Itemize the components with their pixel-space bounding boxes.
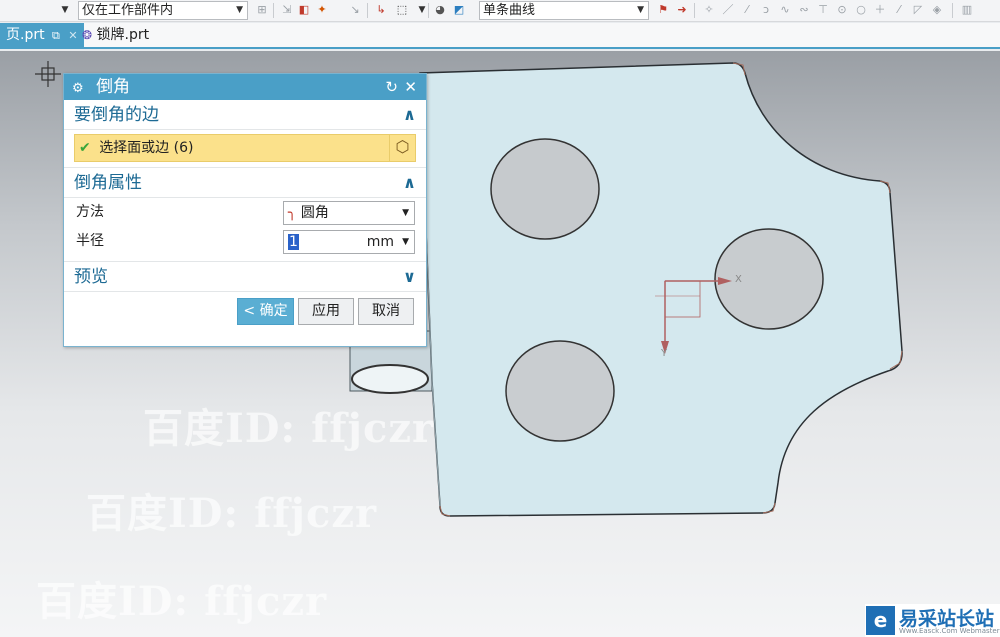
select-feature-icon[interactable]: ⇲ [280,3,294,17]
plate-face [419,62,903,517]
snap-line-icon[interactable]: ／ [721,3,735,17]
snap-point-icon[interactable]: ⊞ [255,3,269,17]
select-body-icon[interactable]: ◧ [297,3,311,17]
chevron-down-icon[interactable]: ▼ [402,231,409,253]
snap-quadrant-icon[interactable]: ⊙ [835,3,849,17]
tab-label: 锁牌.prt [96,27,150,43]
dropdown-arrow-icon[interactable]: ▼ [415,3,429,17]
dialog-button-row: < 确定 > 应用 取消 [64,292,426,344]
select-face-icon[interactable]: ↳ [374,3,388,17]
chevron-down-icon: ▼ [637,5,644,15]
dialog-title: 倒角 [96,77,131,97]
hinge-cylinder [351,364,429,394]
chevron-down-icon: ▼ [236,5,243,15]
chevron-up-icon[interactable]: ∧ [403,100,416,130]
cancel-button[interactable]: 取消 [358,298,414,325]
toolbar-dropdown-arrow-icon[interactable]: ▼ [58,3,72,17]
site-logo: e 易采站长站 Www.Easck.Com Webmaster [865,604,1000,637]
section-edges-title: 要倒角的边 [74,105,159,125]
radius-label: 半径 [76,233,104,249]
snap-intersection-icon[interactable]: ＋ [873,3,887,17]
top-toolbar: ▼ 仅在工作部件内 ▼ ⊞ ⇲ ◧ ✦ ↘ ↳ ⬚ ▼ ◕ ◩ 单条曲线 ▼ ⚑… [0,0,1000,22]
curve-rule-value: 单条曲线 [483,3,536,18]
hole-1 [490,138,600,240]
tab-label: 页.prt [6,27,45,43]
chamfer-dialog: ⚙ 倒角 ↻ ✕ 要倒角的边 ∧ ✔ 选择面或边 (6) ⬡ 倒角属性 ∧ 方法… [63,73,427,347]
selection-filter-value: 仅在工作部件内 [82,3,174,18]
select-face-or-edge-label: 选择面或边 (6) [99,140,194,156]
chevron-down-icon[interactable]: ∨ [403,262,416,292]
method-select[interactable]: ╮ 圆角 ▼ [283,201,415,225]
fillet-shape-icon: ╮ [288,205,297,221]
section-properties-title: 倒角属性 [74,173,142,193]
radius-unit[interactable]: mm [367,231,394,253]
snap-curve-icon[interactable]: ∾ [797,3,811,17]
chevron-up-icon[interactable]: ∧ [403,168,416,198]
site-logo-subtitle: Www.Easck.Com Webmaster [899,627,1000,635]
gear-icon[interactable]: ⚙ [72,81,84,96]
select-face-or-edge[interactable]: ✔ 选择面或边 (6) ⬡ [74,134,416,162]
radius-value[interactable]: 1 [288,234,299,250]
tab-active-part[interactable]: 页.prt ⧉ ✕ [0,23,84,49]
reset-icon[interactable]: ↻ [385,74,398,100]
curve-rule-dropdown[interactable]: 单条曲线 ▼ [479,1,649,20]
method-row: 方法 ╮ 圆角 ▼ [64,198,426,227]
section-preview-header[interactable]: 预览 ∨ [64,262,426,292]
ok-button[interactable]: < 确定 > [237,298,294,344]
dialog-title-bar[interactable]: ⚙ 倒角 ↻ ✕ [64,74,426,100]
cube-icon[interactable]: ⬡ [389,135,415,161]
snap-grid-icon[interactable]: ▥ [960,3,974,17]
section-edges-header[interactable]: 要倒角的边 ∧ [64,100,426,130]
render-style-icon[interactable]: ◕ [433,3,447,17]
hole-2 [714,228,824,330]
file-tab-bar: 页.prt ⧉ ✕ ❂ 锁牌.prt [0,23,1000,49]
snap-end-icon[interactable]: ✧ [702,3,716,17]
snap-pole-icon[interactable]: ⊤ [816,3,830,17]
snap-edge-icon[interactable]: ◸ [911,3,925,17]
snap-midpoint-icon[interactable]: ⁄ [892,3,906,17]
watermark: 百度ID: ffjczr [86,490,378,537]
restore-icon[interactable]: ⧉ [52,29,60,42]
apply-button[interactable]: 应用 [298,298,354,325]
snap-tangent-icon[interactable]: ⁄ [740,3,754,17]
selection-filter-dropdown[interactable]: 仅在工作部件内 ▼ [78,1,248,20]
watermark: 百度ID: ffjczr [36,578,328,625]
snap-arc-icon[interactable]: ↄ [759,3,773,17]
shaded-view-icon[interactable]: ◩ [452,3,466,17]
snap-face-icon[interactable]: ◈ [930,3,944,17]
chevron-down-icon: ▼ [402,208,409,218]
hole-3 [505,340,615,442]
check-icon: ✔ [79,140,91,156]
follow-fillet-icon[interactable]: ➜ [675,3,689,17]
select-region-icon[interactable]: ⬚ [395,3,409,17]
axis-x-label: X [735,274,742,285]
select-point-icon[interactable]: ✦ [315,3,329,17]
section-preview-title: 预览 [74,267,108,287]
select-edge-icon[interactable]: ↘ [348,3,362,17]
rotate-cursor-icon [35,61,61,87]
part-file-icon: ❂ [82,28,93,42]
stop-at-intersection-icon[interactable]: ⚑ [656,3,670,17]
snap-spline-icon[interactable]: ∿ [778,3,792,17]
method-value: 圆角 [300,205,329,221]
section-properties-header[interactable]: 倒角属性 ∧ [64,168,426,198]
radius-input[interactable]: 1 mm ▼ [283,230,415,254]
logo-mark-icon: e [866,606,895,635]
tab-lock-plate[interactable]: ❂ 锁牌.prt [76,23,155,49]
radius-row: 半径 1 mm ▼ [64,227,426,256]
close-icon[interactable]: ✕ [404,74,417,100]
method-label: 方法 [76,204,104,220]
watermark: 百度ID: ffjczr [143,405,435,452]
snap-center-icon[interactable]: ○ [854,3,868,17]
axis-y-label: Y [661,348,668,359]
